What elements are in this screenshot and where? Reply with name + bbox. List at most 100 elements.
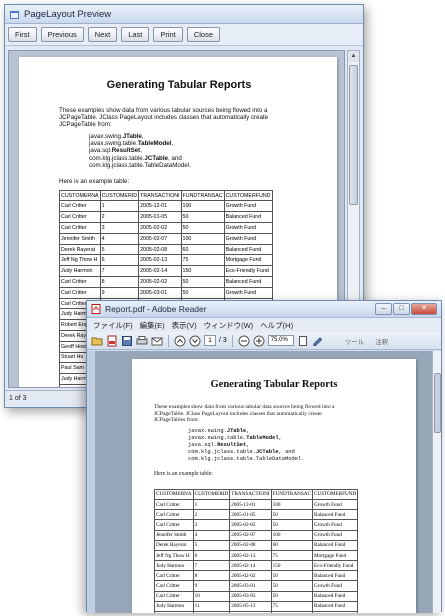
class-list-item: java.sql.ResultSet, <box>89 147 337 154</box>
zoom-in-icon[interactable] <box>253 335 265 347</box>
title-bar[interactable]: PageLayout Preview <box>5 5 363 24</box>
column-header: TRANSACTIONI <box>229 488 272 500</box>
zoom-out-icon[interactable] <box>238 335 250 347</box>
class-list-item: javax.swing.JTable, <box>188 428 416 435</box>
table-cell: 3 <box>192 519 231 531</box>
close-button[interactable]: Close <box>186 27 220 42</box>
class-list: javax.swing.JTable, javax.swing.table.Tab… <box>89 133 337 170</box>
vertical-scrollbar[interactable] <box>432 351 441 613</box>
class-name-pre: com.klg.jclass.table. <box>188 448 256 455</box>
table-cell: Carl Critter <box>154 590 194 602</box>
table-cell: Balanced Fund <box>223 243 273 256</box>
tools-button[interactable]: ツール <box>345 336 365 346</box>
class-name-bold: ResultSet <box>111 147 141 155</box>
table-cell: 9 <box>192 580 231 592</box>
page-down-icon[interactable] <box>189 335 201 347</box>
print-button[interactable]: Print <box>153 27 183 42</box>
minimize-icon[interactable]: – <box>375 303 392 315</box>
maximize-icon[interactable]: □ <box>393 303 410 315</box>
table-cell: 50 <box>270 590 313 602</box>
table-row: Carl Critter 3 2005-02-02 50 Growth Fund <box>59 222 273 234</box>
class-name-post: , <box>246 441 250 448</box>
scroll-up-icon[interactable]: ▲ <box>348 51 359 62</box>
open-icon[interactable] <box>91 335 103 347</box>
table-cell: Jennifer Smith <box>154 529 194 541</box>
table-cell: Growth Fund <box>223 222 273 234</box>
menu-edit[interactable]: 編集(E) <box>140 320 165 331</box>
comment-button[interactable]: 注釈 <box>375 336 388 346</box>
table-cell: 60 <box>180 243 225 256</box>
document-area[interactable]: Generating Tabular Reports These example… <box>95 351 441 613</box>
table-row: Derek Rayerat 5 2005-02-08 60 Balanced Fund <box>59 243 273 256</box>
column-header: CUSTOMERNA <box>154 488 194 500</box>
title-bar[interactable]: Report.pdf - Adobe Reader – □ ✕ <box>87 301 441 318</box>
previous-button[interactable]: Previous <box>40 27 84 42</box>
table-header-row: CUSTOMERNA CUSTOMERID TRANSACTIONI FUNDTRAN… <box>154 488 359 500</box>
column-header: FUNDTRANSAC <box>270 488 313 500</box>
table-cell: Carl Critter <box>59 222 101 234</box>
class-list-item: javax.swing.table.TableModel, <box>188 435 416 442</box>
zoom-level-input[interactable]: 75.0% <box>267 335 294 346</box>
menu-file[interactable]: ファイル(F) <box>93 320 133 331</box>
table-cell: 2005-01-05 <box>138 211 182 224</box>
table-cell: 11 <box>192 600 231 613</box>
column-header: CUSTOMERNA <box>59 189 101 202</box>
fit-page-icon[interactable] <box>297 335 309 347</box>
table-cell: Derek Rayerat <box>154 539 194 551</box>
next-button[interactable]: Next <box>87 27 118 42</box>
table-cell: 5 <box>192 539 231 551</box>
table-cell: Balanced Fund <box>311 509 359 521</box>
table-cell: 2 <box>99 211 140 224</box>
menu-help[interactable]: ヘルプ(H) <box>260 320 293 331</box>
table-cell: Jennifer Smith <box>59 232 101 245</box>
doc-title: Generating Tabular Reports <box>106 79 252 91</box>
example-table: CUSTOMERNA CUSTOMERID TRANSACTIONI FUNDTRAN… <box>154 488 359 613</box>
class-name-pre: javax.swing.table. <box>188 434 247 441</box>
sign-icon[interactable] <box>312 335 324 347</box>
page-up-icon[interactable] <box>174 335 186 347</box>
table-cell: Balanced Fund <box>311 570 359 582</box>
class-name-post: , <box>278 434 282 441</box>
scroll-thumb[interactable] <box>434 373 441 433</box>
navigation-pane[interactable] <box>87 351 95 613</box>
class-name-bold: ResultSet <box>217 441 247 448</box>
class-name-bold: TableModel <box>246 434 279 441</box>
table-cell: 2005-02-02 <box>138 276 182 288</box>
table-cell: Robert Eng <box>154 611 194 613</box>
table-cell: 2005-05-29 <box>229 611 272 613</box>
class-name-pre: javax.swing.table. <box>89 140 138 148</box>
last-button[interactable]: Last <box>121 27 150 42</box>
table-cell: 60 <box>270 539 313 551</box>
table-cell: 10 <box>192 590 231 602</box>
table-row: Carl Critter 2 2005-01-05 50 Balanced Fund <box>59 211 273 224</box>
print-icon[interactable] <box>136 335 148 347</box>
table-cell: Growth Fund <box>223 200 273 213</box>
table-cell: Mortgage Fund <box>311 549 359 562</box>
table-cell: Jeff Ng Thow H <box>59 254 101 267</box>
first-button[interactable]: First <box>8 27 37 42</box>
create-pdf-icon[interactable] <box>106 335 118 347</box>
class-list-item: com.klg.jclass.table.TableDataModel. <box>89 162 337 169</box>
table-row: Carl Critter 8 2005-02-02 50 Balanced Fund <box>154 570 359 582</box>
page-number-input[interactable]: 1 <box>204 335 216 346</box>
save-icon[interactable] <box>121 335 133 347</box>
column-header: CUSTOMERID <box>99 189 140 202</box>
class-name-post: , <box>140 147 142 155</box>
close-icon[interactable]: ✕ <box>411 303 437 315</box>
menu-window[interactable]: ウィンドウ(W) <box>204 320 254 331</box>
table-cell: Carl Critter <box>59 276 101 288</box>
table-cell: 50 <box>270 580 313 592</box>
class-name-bold: TableModel <box>137 140 172 148</box>
menu-view[interactable]: 表示(V) <box>172 320 197 331</box>
table-cell: Jeff Ng Thow H <box>154 549 194 562</box>
class-name-post: , and <box>168 154 182 162</box>
table-cell: 75 <box>270 600 313 613</box>
table-cell: 8 <box>99 276 140 288</box>
table-cell: Growth Fund <box>311 519 359 531</box>
scroll-thumb[interactable] <box>349 65 358 205</box>
email-icon[interactable] <box>151 335 163 347</box>
table-cell: Judy Harmon <box>59 265 101 278</box>
table-row: Robert Eng122005-05-2960Eco-Friendly Fun… <box>154 611 359 613</box>
table-cell: 2005-02-08 <box>229 539 272 551</box>
table-cell: Carl Critter <box>154 509 194 521</box>
